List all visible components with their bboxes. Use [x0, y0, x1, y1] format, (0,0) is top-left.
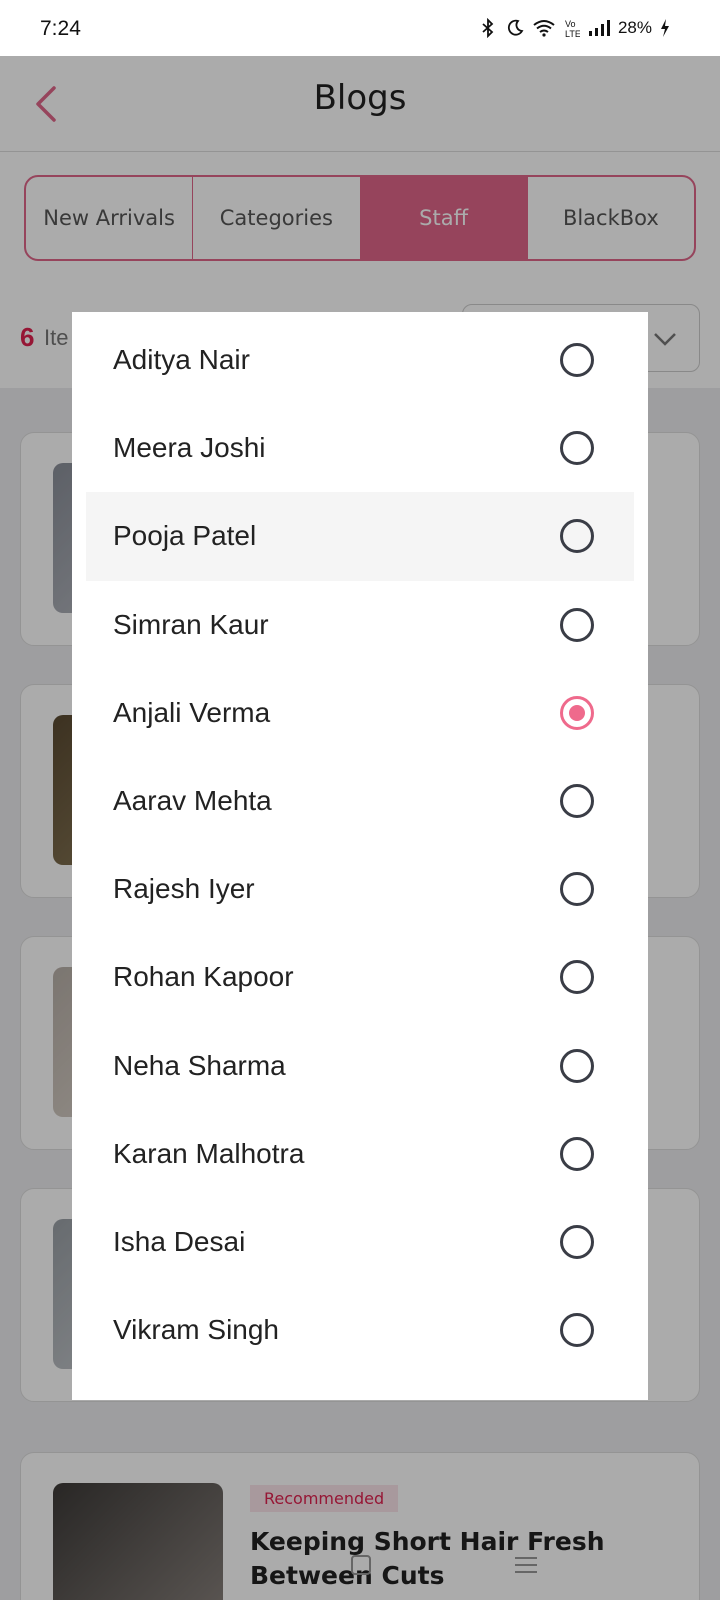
option-label: Simran Kaur	[113, 608, 269, 640]
option-label: Vikram Singh	[113, 1314, 280, 1346]
radio-button[interactable]	[560, 343, 594, 378]
svg-text:LTE: LTE	[565, 29, 580, 38]
radio-button[interactable]	[560, 1224, 594, 1259]
staff-option-pooja-patel[interactable]: Pooja Patel	[86, 492, 634, 581]
bluetooth-icon	[482, 18, 494, 38]
staff-option-aarav-mehta[interactable]: Aarav Mehta	[86, 757, 634, 845]
moon-icon	[507, 19, 524, 36]
option-label: Rajesh Iyer	[113, 873, 255, 905]
staff-option-rajesh-iyer[interactable]: Rajesh Iyer	[86, 845, 634, 933]
option-label: Karan Malhotra	[113, 1137, 305, 1169]
staff-option-aditya-nair[interactable]: Aditya Nair	[86, 316, 634, 404]
home-square-icon[interactable]	[351, 1555, 371, 1575]
wifi-icon	[533, 20, 555, 37]
radio-button[interactable]	[560, 1136, 594, 1171]
svg-text:Vo: Vo	[565, 19, 576, 29]
radio-button[interactable]	[560, 1313, 594, 1348]
option-label: Neha Sharma	[113, 1049, 286, 1081]
radio-button-selected[interactable]	[560, 695, 594, 730]
staff-option-simran-kaur[interactable]: Simran Kaur	[86, 581, 634, 669]
charging-icon	[661, 19, 669, 37]
staff-select-dialog: Aditya Nair Meera Joshi Pooja Patel Simr…	[72, 312, 648, 1400]
staff-option-rohan-kapoor[interactable]: Rohan Kapoor	[86, 933, 634, 1021]
radio-button[interactable]	[560, 960, 594, 995]
battery-percent: 28%	[617, 18, 652, 37]
radio-button[interactable]	[560, 1048, 594, 1083]
option-label: Anjali Verma	[113, 696, 271, 728]
staff-option-karan-malhotra[interactable]: Karan Malhotra	[86, 1110, 634, 1198]
option-label: Rohan Kapoor	[113, 961, 294, 993]
option-label: Isha Desai	[113, 1225, 246, 1257]
staff-option-meera-joshi[interactable]: Meera Joshi	[86, 404, 634, 492]
radio-button[interactable]	[560, 872, 594, 907]
staff-option-isha-desai[interactable]: Isha Desai	[86, 1198, 634, 1286]
option-label: Pooja Patel	[113, 520, 257, 552]
radio-button[interactable]	[560, 607, 594, 642]
option-label: Aarav Mehta	[113, 785, 272, 817]
option-label: Aditya Nair	[113, 344, 250, 376]
staff-option-vikram-singh[interactable]: Vikram Singh	[86, 1286, 634, 1374]
menu-icon[interactable]	[515, 1557, 537, 1578]
staff-option-neha-sharma[interactable]: Neha Sharma	[86, 1022, 634, 1110]
status-icons: Vo LTE 28%	[478, 18, 670, 38]
signal-icon	[588, 20, 610, 36]
radio-button[interactable]	[560, 519, 594, 554]
option-label: Meera Joshi	[113, 432, 266, 464]
system-nav-bar	[0, 1540, 720, 1600]
status-time: 7:24	[40, 17, 81, 40]
volte-icon: VoLTE	[565, 19, 580, 38]
status-bar: 7:24 Vo LTE 28%	[0, 0, 720, 56]
staff-option-anjali-verma[interactable]: Anjali Verma	[86, 669, 634, 757]
radio-button[interactable]	[560, 784, 594, 819]
radio-button[interactable]	[560, 431, 594, 466]
